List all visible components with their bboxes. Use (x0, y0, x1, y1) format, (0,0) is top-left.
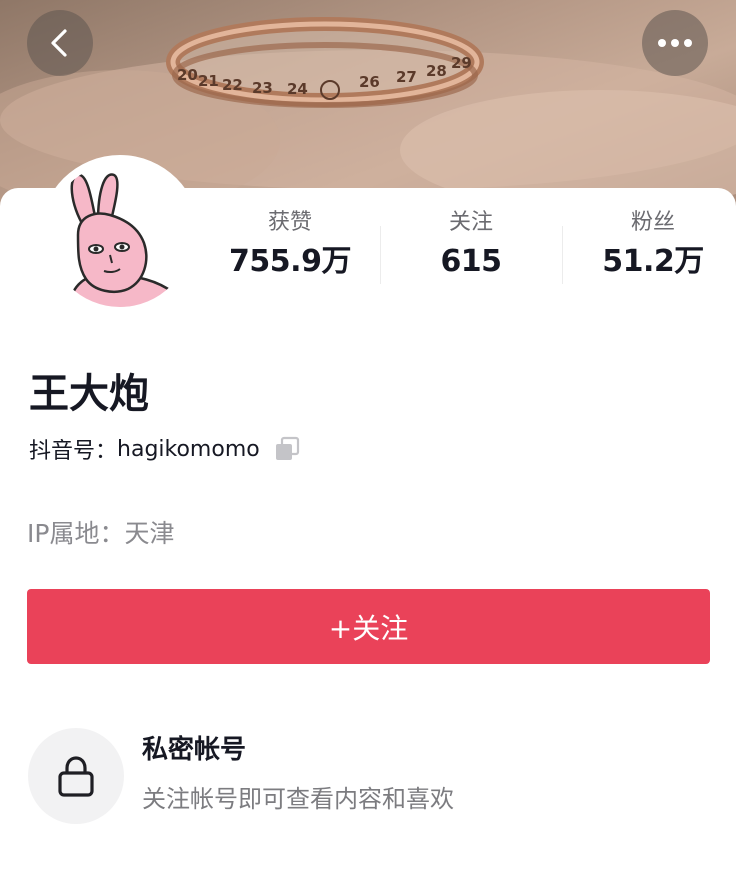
back-button[interactable] (27, 10, 93, 76)
copy-icon (275, 436, 299, 460)
stat-likes-value: 755.9万 (229, 244, 351, 279)
ring-number: 22 (222, 76, 243, 94)
ring-number: 27 (396, 68, 417, 86)
more-dots-icon (658, 39, 692, 47)
private-account-title: 私密帐号 (142, 735, 247, 765)
follow-button[interactable]: +关注 (27, 589, 710, 664)
more-button[interactable] (642, 10, 708, 76)
rabbit-avatar-illustration (67, 173, 179, 307)
stat-followers[interactable]: 粉丝 51.2万 (563, 208, 736, 282)
stat-following-label: 关注 (448, 210, 493, 235)
ring-number: 23 (252, 79, 273, 97)
ring-number: 24 (287, 80, 308, 98)
profile-stats: 获赞 755.9万 关注 615 粉丝 51.2万 (200, 208, 736, 284)
stat-likes-label: 获赞 (267, 210, 312, 235)
stat-following[interactable]: 关注 615 (381, 208, 561, 282)
ring-number: 28 (426, 62, 447, 80)
stat-followers-value: 51.2万 (602, 244, 704, 279)
lock-icon (58, 756, 94, 797)
profile-name: 王大炮 (29, 371, 149, 417)
ring-number: 29 (451, 54, 472, 72)
copy-button[interactable] (274, 436, 300, 462)
private-account-description: 关注帐号即可查看内容和喜欢 (142, 785, 454, 813)
stat-likes[interactable]: 获赞 755.9万 (200, 208, 380, 282)
ring-number: 26 (359, 73, 380, 91)
ip-location: IP属地：天津 (27, 519, 175, 548)
douyin-id-label: 抖音号： (29, 439, 118, 464)
lock-badge (28, 728, 124, 824)
ring-number: 21 (198, 72, 219, 90)
douyin-id-value: hagikomomo (117, 436, 260, 462)
douyin-id-row: 抖音号： hagikomomo (29, 432, 300, 466)
chevron-left-icon (51, 29, 67, 57)
stat-following-value: 615 (440, 244, 502, 279)
avatar[interactable] (48, 163, 192, 307)
ring-number: 20 (177, 66, 198, 84)
follow-button-label: +关注 (328, 611, 409, 645)
stat-followers-label: 粉丝 (630, 210, 675, 235)
